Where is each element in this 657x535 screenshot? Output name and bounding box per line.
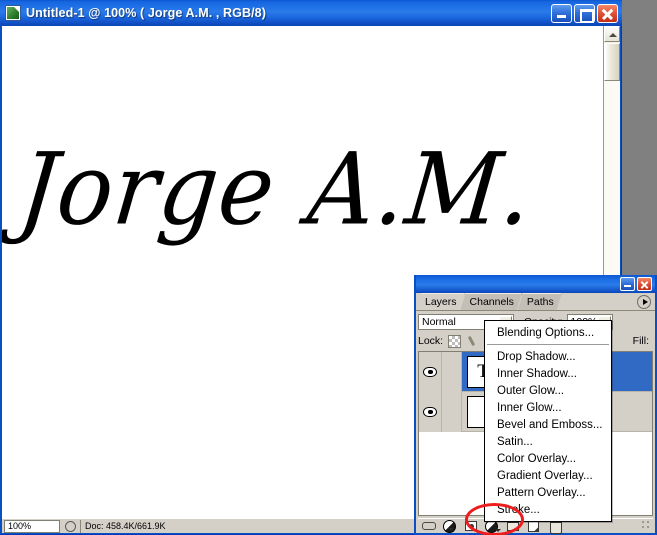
menu-item-gradient-overlay[interactable]: Gradient Overlay...: [485, 467, 611, 484]
palette-menu-icon[interactable]: [637, 295, 651, 309]
menu-item-inner-shadow[interactable]: Inner Shadow...: [485, 365, 611, 382]
palette-resize-grip[interactable]: [641, 520, 653, 532]
document-titlebar[interactable]: Untitled-1 @ 100% ( Jorge A.M. , RGB/8): [0, 0, 622, 26]
link-layers-icon[interactable]: [418, 519, 439, 533]
tab-channels[interactable]: Channels: [461, 293, 522, 310]
scroll-up-arrow-icon[interactable]: [604, 26, 620, 42]
layer-link-cell[interactable]: [442, 352, 462, 392]
menu-separator: [487, 344, 609, 345]
minimize-button[interactable]: [551, 3, 572, 23]
tab-paths-label: Paths: [526, 296, 554, 308]
lock-label: Lock:: [418, 335, 444, 347]
layer-link-cell[interactable]: [442, 391, 462, 432]
canvas-artwork-text: Jorge A.M.: [14, 132, 600, 248]
blend-mode-value: Normal: [422, 315, 456, 328]
palette-close-button[interactable]: [637, 277, 652, 291]
window-controls: [549, 3, 622, 23]
menu-item-pattern-overlay[interactable]: Pattern Overlay...: [485, 484, 611, 501]
artwork-text-am: A.M.: [302, 131, 538, 248]
menu-item-drop-shadow[interactable]: Drop Shadow...: [485, 348, 611, 365]
artwork-text-jorge: Jorge: [13, 131, 281, 248]
zoom-level-field[interactable]: 100%: [4, 519, 60, 533]
lock-transparency-icon[interactable]: [448, 334, 462, 348]
tab-paths[interactable]: Paths: [518, 293, 562, 310]
add-layer-style-icon[interactable]: [439, 519, 460, 533]
layer-visibility-toggle[interactable]: [419, 391, 442, 432]
tab-channels-label: Channels: [469, 296, 514, 308]
lock-image-pixels-icon[interactable]: [468, 335, 481, 348]
menu-item-outer-glow[interactable]: Outer Glow...: [485, 382, 611, 399]
layer-style-context-menu[interactable]: Blending Options... Drop Shadow... Inner…: [484, 320, 612, 522]
menu-item-blending-options[interactable]: Blending Options...: [485, 324, 611, 341]
photoshop-document-icon: [5, 5, 21, 21]
palette-minimize-button[interactable]: [620, 277, 635, 291]
magnifier-icon: [60, 520, 80, 533]
tab-layers-label: Layers: [425, 295, 457, 308]
document-title: Untitled-1 @ 100% ( Jorge A.M. , RGB/8): [26, 6, 266, 20]
tab-layers[interactable]: Layers: [416, 293, 465, 310]
close-button[interactable]: [597, 3, 618, 23]
palette-tabs: Layers Channels Paths: [416, 293, 655, 311]
add-layer-mask-icon[interactable]: [460, 519, 481, 533]
menu-item-color-overlay[interactable]: Color Overlay...: [485, 450, 611, 467]
eye-icon: [423, 366, 437, 377]
menu-item-stroke[interactable]: Stroke...: [485, 501, 611, 518]
menu-item-bevel-and-emboss[interactable]: Bevel and Emboss...: [485, 416, 611, 433]
palette-titlebar[interactable]: [416, 275, 655, 293]
menu-item-inner-glow[interactable]: Inner Glow...: [485, 399, 611, 416]
fill-label: Fill:: [632, 335, 649, 347]
screen: Untitled-1 @ 100% ( Jorge A.M. , RGB/8) …: [0, 0, 657, 535]
menu-item-satin[interactable]: Satin...: [485, 433, 611, 450]
maximize-button[interactable]: [574, 3, 595, 23]
layer-visibility-toggle[interactable]: [419, 352, 442, 392]
scrollbar-thumb[interactable]: [604, 43, 620, 81]
eye-icon: [423, 406, 437, 417]
